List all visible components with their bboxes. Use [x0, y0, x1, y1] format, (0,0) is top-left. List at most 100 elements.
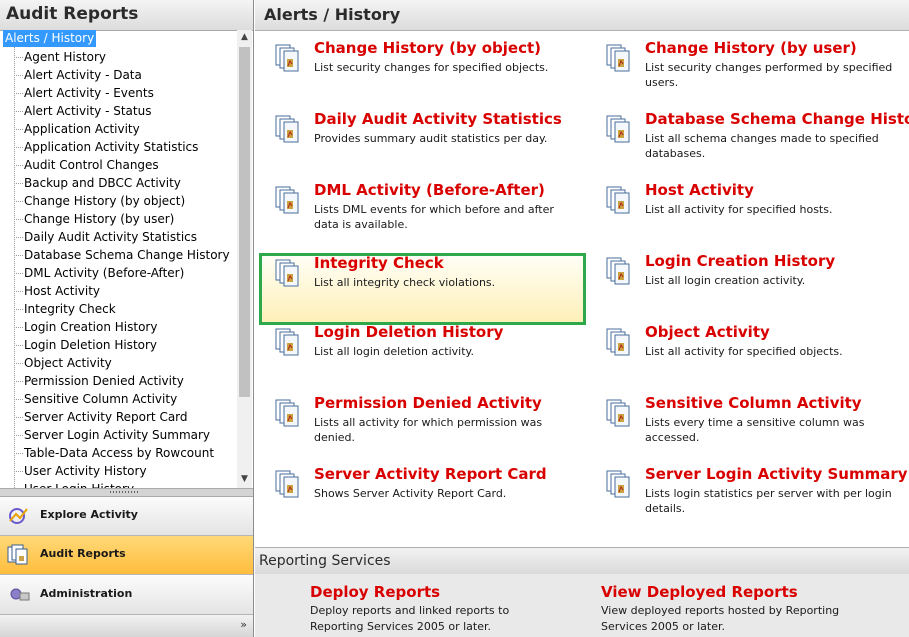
tree-connector-branch [14, 129, 23, 130]
tree-connector-branch [14, 327, 23, 328]
tree-item-audit-control-changes[interactable]: Audit Control Changes [24, 156, 159, 174]
report-title[interactable]: Database Schema Change History [645, 110, 909, 128]
tree-item-database-schema-change-history[interactable]: Database Schema Change History [24, 246, 230, 264]
tree-connector [14, 47, 15, 488]
tree-connector-branch [14, 471, 23, 472]
tree-item-table-data-access-by-rowcount[interactable]: Table-Data Access by Rowcount [24, 444, 214, 462]
tree-item-alert-activity-data[interactable]: Alert Activity - Data [24, 66, 142, 84]
tree-item-change-history-by-user[interactable]: Change History (by user) [24, 210, 174, 228]
report-title[interactable]: Integrity Check [314, 254, 444, 272]
pane-splitter[interactable] [0, 488, 253, 497]
report-title[interactable]: Change History (by user) [645, 39, 857, 57]
report-title[interactable]: Host Activity [645, 181, 754, 199]
tree-item-permission-denied-activity[interactable]: Permission Denied Activity [24, 372, 184, 390]
tree-item-application-activity[interactable]: Application Activity [24, 120, 140, 138]
configure-buttons-chevron-icon[interactable]: » [240, 618, 247, 631]
tree-item-backup-and-dbcc-activity[interactable]: Backup and DBCC Activity [24, 174, 181, 192]
report-database-schema-change-history[interactable]: Database Schema Change History List all s… [590, 109, 909, 175]
audit-reports-icon [7, 544, 28, 565]
report-object-activity[interactable]: Object Activity List all activity for spe… [590, 322, 909, 388]
rs-item-title[interactable]: Deploy Reports [310, 583, 550, 601]
report-integrity-check[interactable]: Integrity Check List all integrity check … [259, 253, 586, 325]
tree-item-change-history-by-object[interactable]: Change History (by object) [24, 192, 185, 210]
report-server-activity-report-card[interactable]: Server Activity Report Card Shows Server … [259, 464, 579, 530]
report-description: Lists login statistics per server with p… [645, 487, 892, 515]
tree-connector-branch [14, 75, 23, 76]
report-host-activity[interactable]: Host Activity List all activity for speci… [590, 180, 909, 246]
nav-administration[interactable]: Administration [0, 576, 253, 615]
tree-item-alert-activity-status[interactable]: Alert Activity - Status [24, 102, 151, 120]
report-stack-icon [275, 399, 299, 427]
report-description: List all activity for specified hosts. [645, 203, 833, 216]
report-description: List all login creation activity. [645, 274, 806, 287]
report-permission-denied-activity[interactable]: Permission Denied Activity Lists all acti… [259, 393, 579, 459]
tree-item-alert-activity-events[interactable]: Alert Activity - Events [24, 84, 154, 102]
scroll-up-arrow-icon[interactable]: ▲ [237, 30, 252, 45]
report-login-creation-history[interactable]: Login Creation History List all login cre… [590, 251, 909, 317]
tree-item-user-activity-history[interactable]: User Activity History [24, 462, 147, 480]
report-title[interactable]: Server Activity Report Card [314, 465, 547, 483]
nav-label: Explore Activity [40, 508, 138, 521]
tree-connector-branch [14, 57, 23, 58]
scroll-thumb[interactable] [239, 47, 250, 397]
nav-audit-reports[interactable]: Audit Reports [0, 536, 253, 575]
tree-item-agent-history[interactable]: Agent History [24, 48, 106, 66]
left-pane-title: Audit Reports [6, 4, 139, 24]
splitter-grip-icon[interactable] [110, 491, 140, 493]
tree-item-dml-activity-before-after[interactable]: DML Activity (Before-After) [24, 264, 184, 282]
tree-scrollbar[interactable]: ▲ ▼ [237, 30, 252, 488]
report-dml-activity-before-after[interactable]: DML Activity (Before-After) Lists DML eve… [259, 180, 579, 246]
nav-explore-activity[interactable]: Explore Activity [0, 497, 253, 536]
scroll-down-arrow-icon[interactable]: ▼ [237, 472, 252, 487]
report-change-history-by-user[interactable]: Change History (by user) List security ch… [590, 38, 909, 104]
report-stack-icon [275, 470, 299, 498]
report-title[interactable]: Permission Denied Activity [314, 394, 542, 412]
report-title[interactable]: Server Login Activity Summary [645, 465, 908, 483]
tree-item-login-deletion-history[interactable]: Login Deletion History [24, 336, 157, 354]
tree-item-integrity-check[interactable]: Integrity Check [24, 300, 116, 318]
report-sensitive-column-activity[interactable]: Sensitive Column Activity Lists every tim… [590, 393, 909, 459]
tree-item-user-login-history[interactable]: User Login History [24, 480, 134, 488]
rs-item-title[interactable]: View Deployed Reports [601, 583, 841, 601]
report-title[interactable]: Change History (by object) [314, 39, 541, 57]
report-description: Lists all activity for which permission … [314, 416, 543, 444]
report-title[interactable]: Login Creation History [645, 252, 835, 270]
report-login-deletion-history[interactable]: Login Deletion History List all login del… [259, 322, 579, 388]
tree-connector-branch [14, 183, 23, 184]
report-title[interactable]: Login Deletion History [314, 323, 503, 341]
report-stack-icon [606, 399, 630, 427]
tree-connector-branch [14, 435, 23, 436]
deploy-reports-link[interactable]: Deploy Reports Deploy reports and linked… [310, 583, 550, 635]
report-server-login-activity-summary[interactable]: Server Login Activity Summary Lists login… [590, 464, 909, 530]
tree-item-application-activity-statistics[interactable]: Application Activity Statistics [24, 138, 198, 156]
tree-item-server-login-activity-summary[interactable]: Server Login Activity Summary [24, 426, 210, 444]
page-title: Alerts / History [264, 5, 401, 24]
tree-connector-branch [14, 399, 23, 400]
tree-item-host-activity[interactable]: Host Activity [24, 282, 100, 300]
tree-connector-branch [14, 273, 23, 274]
tree-item-object-activity[interactable]: Object Activity [24, 354, 112, 372]
report-title[interactable]: DML Activity (Before-After) [314, 181, 545, 199]
report-title[interactable]: Object Activity [645, 323, 770, 341]
report-stack-icon [606, 44, 630, 72]
report-description: List all login deletion activity. [314, 345, 474, 358]
report-stack-icon [606, 186, 630, 214]
report-title[interactable]: Sensitive Column Activity [645, 394, 862, 412]
tree-item-sensitive-column-activity[interactable]: Sensitive Column Activity [24, 390, 177, 408]
tree-item-login-creation-history[interactable]: Login Creation History [24, 318, 157, 336]
nav-label: Administration [40, 587, 133, 600]
administration-icon [10, 588, 30, 601]
view-deployed-reports-link[interactable]: View Deployed Reports View deployed repo… [601, 583, 841, 635]
report-change-history-by-object[interactable]: Change History (by object) List security … [259, 38, 579, 104]
report-description: List security changes performed by speci… [645, 61, 893, 89]
report-daily-audit-activity-statistics[interactable]: Daily Audit Activity Statistics Provides … [259, 109, 579, 175]
tree-item-daily-audit-activity-statistics[interactable]: Daily Audit Activity Statistics [24, 228, 197, 246]
right-pane-header: Alerts / History [255, 0, 909, 31]
tree-root-alerts-history[interactable]: Alerts / History [3, 30, 97, 47]
report-description: List all schema changes made to specifie… [645, 132, 879, 160]
reporting-services-body: Deploy Reports Deploy reports and linked… [255, 574, 909, 637]
report-title[interactable]: Daily Audit Activity Statistics [314, 110, 562, 128]
tree-item-server-activity-report-card[interactable]: Server Activity Report Card [24, 408, 188, 426]
report-description: Lists every time a sensitive column was … [645, 416, 865, 444]
tree-connector-branch [14, 381, 23, 382]
